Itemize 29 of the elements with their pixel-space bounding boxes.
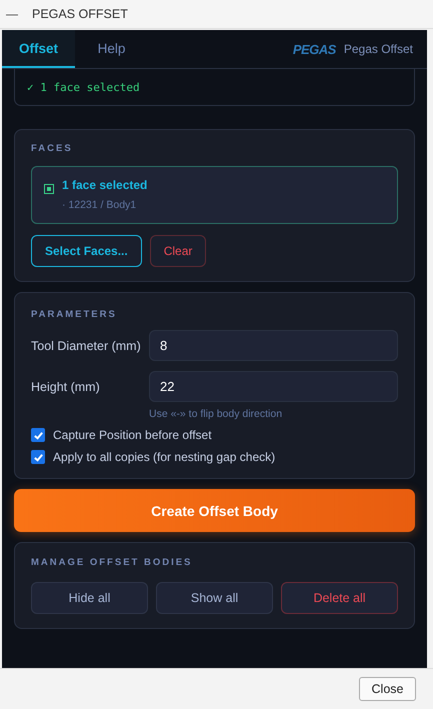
input-field[interactable]: 22 bbox=[149, 371, 398, 402]
hint-text: Use «-» to flip body direction bbox=[149, 408, 284, 420]
visibility-button[interactable]: Hide all bbox=[31, 582, 148, 614]
selection-box[interactable]: 1 face selected · 12231 / Body1 bbox=[31, 166, 398, 224]
tab[interactable]: Help bbox=[75, 30, 148, 68]
brand-name: Pegas Offset bbox=[344, 42, 413, 56]
visibility-button[interactable]: Show all bbox=[156, 582, 273, 614]
checkbox-label: Capture Position before offset bbox=[53, 428, 212, 442]
section-heading: MANAGE OFFSET BODIES bbox=[31, 557, 194, 568]
section-heading: PARAMETERS bbox=[31, 309, 118, 320]
minimize-button[interactable]: — bbox=[6, 7, 18, 21]
logo: PEGAS bbox=[292, 42, 336, 56]
selection-detail: · 12231 / Body1 bbox=[62, 199, 138, 211]
checkbox[interactable] bbox=[31, 428, 45, 442]
tab[interactable]: Offset bbox=[2, 30, 75, 68]
checkbox-label: Apply to all copies (for nesting gap check) bbox=[53, 450, 276, 464]
input-field[interactable]: 8 bbox=[149, 330, 398, 361]
clear-button[interactable]: Clear bbox=[150, 235, 206, 267]
window-title: PEGAS OFFSET bbox=[32, 7, 128, 21]
status-text: ✓ 1 face selected bbox=[27, 80, 140, 94]
field-label: Height (mm) bbox=[31, 380, 101, 394]
face-icon bbox=[44, 184, 54, 194]
selection-title: 1 face selected bbox=[62, 178, 148, 192]
delete-button[interactable]: Delete all bbox=[281, 582, 398, 614]
select-faces-button[interactable]: Select Faces... bbox=[31, 235, 142, 267]
close-button[interactable]: Close bbox=[359, 677, 416, 701]
field-label: Tool Diameter (mm) bbox=[31, 338, 142, 352]
section-heading: FACES bbox=[31, 143, 74, 154]
checkbox[interactable] bbox=[31, 450, 45, 464]
